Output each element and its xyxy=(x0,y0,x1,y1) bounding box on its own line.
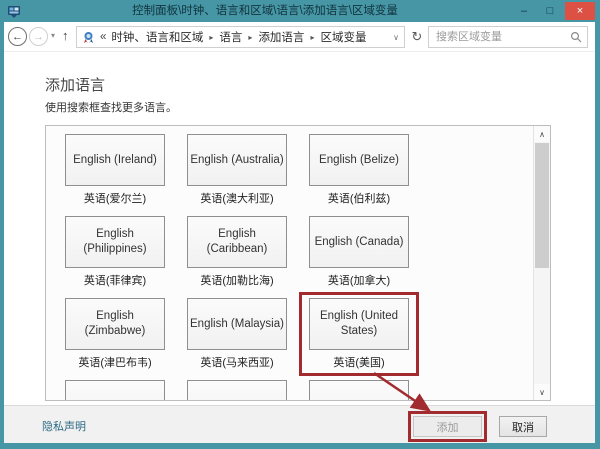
window-body: ← → ▾ ↑ « 时钟、语言和区域 ▸ 语言 ▸ 添加语言 ▸ 区域变量 ∨ ↻ xyxy=(4,22,595,443)
breadcrumb-separator-icon: ▸ xyxy=(247,33,253,42)
breadcrumb-item[interactable]: 时钟、语言和区域 xyxy=(111,29,203,45)
address-chevron-down-icon[interactable]: ∨ xyxy=(393,33,399,42)
breadcrumb-item[interactable]: 添加语言 xyxy=(258,29,304,45)
footer-bar: 隐私声明 添加 取消 xyxy=(4,405,595,443)
maximize-button[interactable]: □ xyxy=(539,2,561,20)
language-tile-caption: 英语(爱尔兰) xyxy=(84,190,146,206)
language-tile-name: English (Caribbean) xyxy=(187,216,287,268)
title-bar: 控制面板\时钟、语言和区域\语言\添加语言\区域变量 – □ × xyxy=(0,0,600,22)
up-button[interactable]: ↑ xyxy=(62,28,69,43)
language-tile-caption: 英语(加拿大) xyxy=(328,272,390,288)
language-tile[interactable]: English (Caribbean) 英语(加勒比海) xyxy=(176,216,298,290)
language-tile-caption: 英语(伯利兹) xyxy=(328,190,390,206)
breadcrumb-separator-icon: ▸ xyxy=(309,33,315,42)
language-tile[interactable]: English (Ireland) 英语(爱尔兰) xyxy=(54,134,176,208)
privacy-statement-link[interactable]: 隐私声明 xyxy=(42,418,86,434)
add-button[interactable]: 添加 xyxy=(413,416,482,437)
language-tile[interactable]: English (Canada) 英语(加拿大) xyxy=(298,216,420,290)
language-tile-name xyxy=(65,380,165,401)
back-button[interactable]: ← xyxy=(8,27,27,46)
window-title: 控制面板\时钟、语言和区域\语言\添加语言\区域变量 xyxy=(40,0,490,22)
minimize-button[interactable]: – xyxy=(513,2,535,20)
language-tile[interactable]: English (Australia) 英语(澳大利亚) xyxy=(176,134,298,208)
language-tile-name: English (Canada) xyxy=(309,216,409,268)
forward-button[interactable]: → xyxy=(29,27,48,46)
scrollbar-thumb[interactable] xyxy=(535,143,549,268)
language-tile-name: English (United States) xyxy=(309,298,409,350)
language-tile-caption: 英语(津巴布韦) xyxy=(78,354,151,370)
language-tile-name: English (Philippines) xyxy=(65,216,165,268)
language-tile-name: English (Australia) xyxy=(187,134,287,186)
language-tile[interactable]: English (Malaysia) 英语(马来西亚) xyxy=(176,298,298,372)
scrollbar[interactable]: ∧ ∨ xyxy=(533,126,550,400)
search-input[interactable] xyxy=(434,30,570,44)
language-grid: English (Ireland) 英语(爱尔兰) English (Austral… xyxy=(54,134,420,401)
page-title: 添加语言 xyxy=(45,74,105,95)
language-tile-name: English (Malaysia) xyxy=(187,298,287,350)
address-bar[interactable]: « 时钟、语言和区域 ▸ 语言 ▸ 添加语言 ▸ 区域变量 ∨ xyxy=(76,26,405,48)
history-dropdown-icon[interactable]: ▾ xyxy=(51,31,55,40)
language-tile[interactable]: English (Belize) 英语(伯利兹) xyxy=(298,134,420,208)
breadcrumb-item[interactable]: 语言 xyxy=(219,29,242,45)
breadcrumb-item[interactable]: 区域变量 xyxy=(320,29,366,45)
language-tile-caption: 英语(马来西亚) xyxy=(200,354,273,370)
add-button-annotation-box: 添加 xyxy=(408,411,487,442)
language-tile-caption: 英语(菲律宾) xyxy=(84,272,146,288)
language-tile[interactable]: English (United States) 英语(美国) xyxy=(298,298,420,372)
language-tile-name: English (Belize) xyxy=(309,134,409,186)
language-tile-caption: 英语(澳大利亚) xyxy=(200,190,273,206)
language-tile-name xyxy=(187,380,287,401)
scroll-up-icon[interactable]: ∧ xyxy=(534,126,550,142)
scroll-down-icon[interactable]: ∨ xyxy=(534,384,550,400)
close-button[interactable]: × xyxy=(565,2,595,20)
language-tile-partial[interactable] xyxy=(54,380,176,401)
language-tile-caption: 英语(美国) xyxy=(333,354,384,370)
language-tile[interactable]: English (Zimbabwe) 英语(津巴布韦) xyxy=(54,298,176,372)
breadcrumb-overflow-icon[interactable]: « xyxy=(100,31,106,43)
control-panel-icon xyxy=(82,31,95,44)
language-list: English (Ireland) 英语(爱尔兰) English (Austral… xyxy=(45,125,551,401)
language-tile-name xyxy=(309,380,409,401)
refresh-button[interactable]: ↻ xyxy=(408,27,426,47)
window-icon xyxy=(7,4,21,18)
language-tile-caption: 英语(加勒比海) xyxy=(200,272,273,288)
language-tile-partial[interactable] xyxy=(176,380,298,401)
search-icon[interactable] xyxy=(570,31,582,43)
language-tile-name: English (Zimbabwe) xyxy=(65,298,165,350)
page-subtitle: 使用搜索框查找更多语言。 xyxy=(45,99,177,115)
cancel-button[interactable]: 取消 xyxy=(499,416,547,437)
search-box[interactable] xyxy=(428,26,588,48)
language-tile-name: English (Ireland) xyxy=(65,134,165,186)
navigation-bar: ← → ▾ ↑ « 时钟、语言和区域 ▸ 语言 ▸ 添加语言 ▸ 区域变量 ∨ ↻ xyxy=(4,22,595,52)
breadcrumb-separator-icon: ▸ xyxy=(208,33,214,42)
language-tile[interactable]: English (Philippines) 英语(菲律宾) xyxy=(54,216,176,290)
control-panel-window: 控制面板\时钟、语言和区域\语言\添加语言\区域变量 – □ × ← → ▾ ↑… xyxy=(0,0,600,449)
language-tile-partial[interactable] xyxy=(298,380,420,401)
breadcrumb: 时钟、语言和区域 ▸ 语言 ▸ 添加语言 ▸ 区域变量 xyxy=(111,29,366,45)
